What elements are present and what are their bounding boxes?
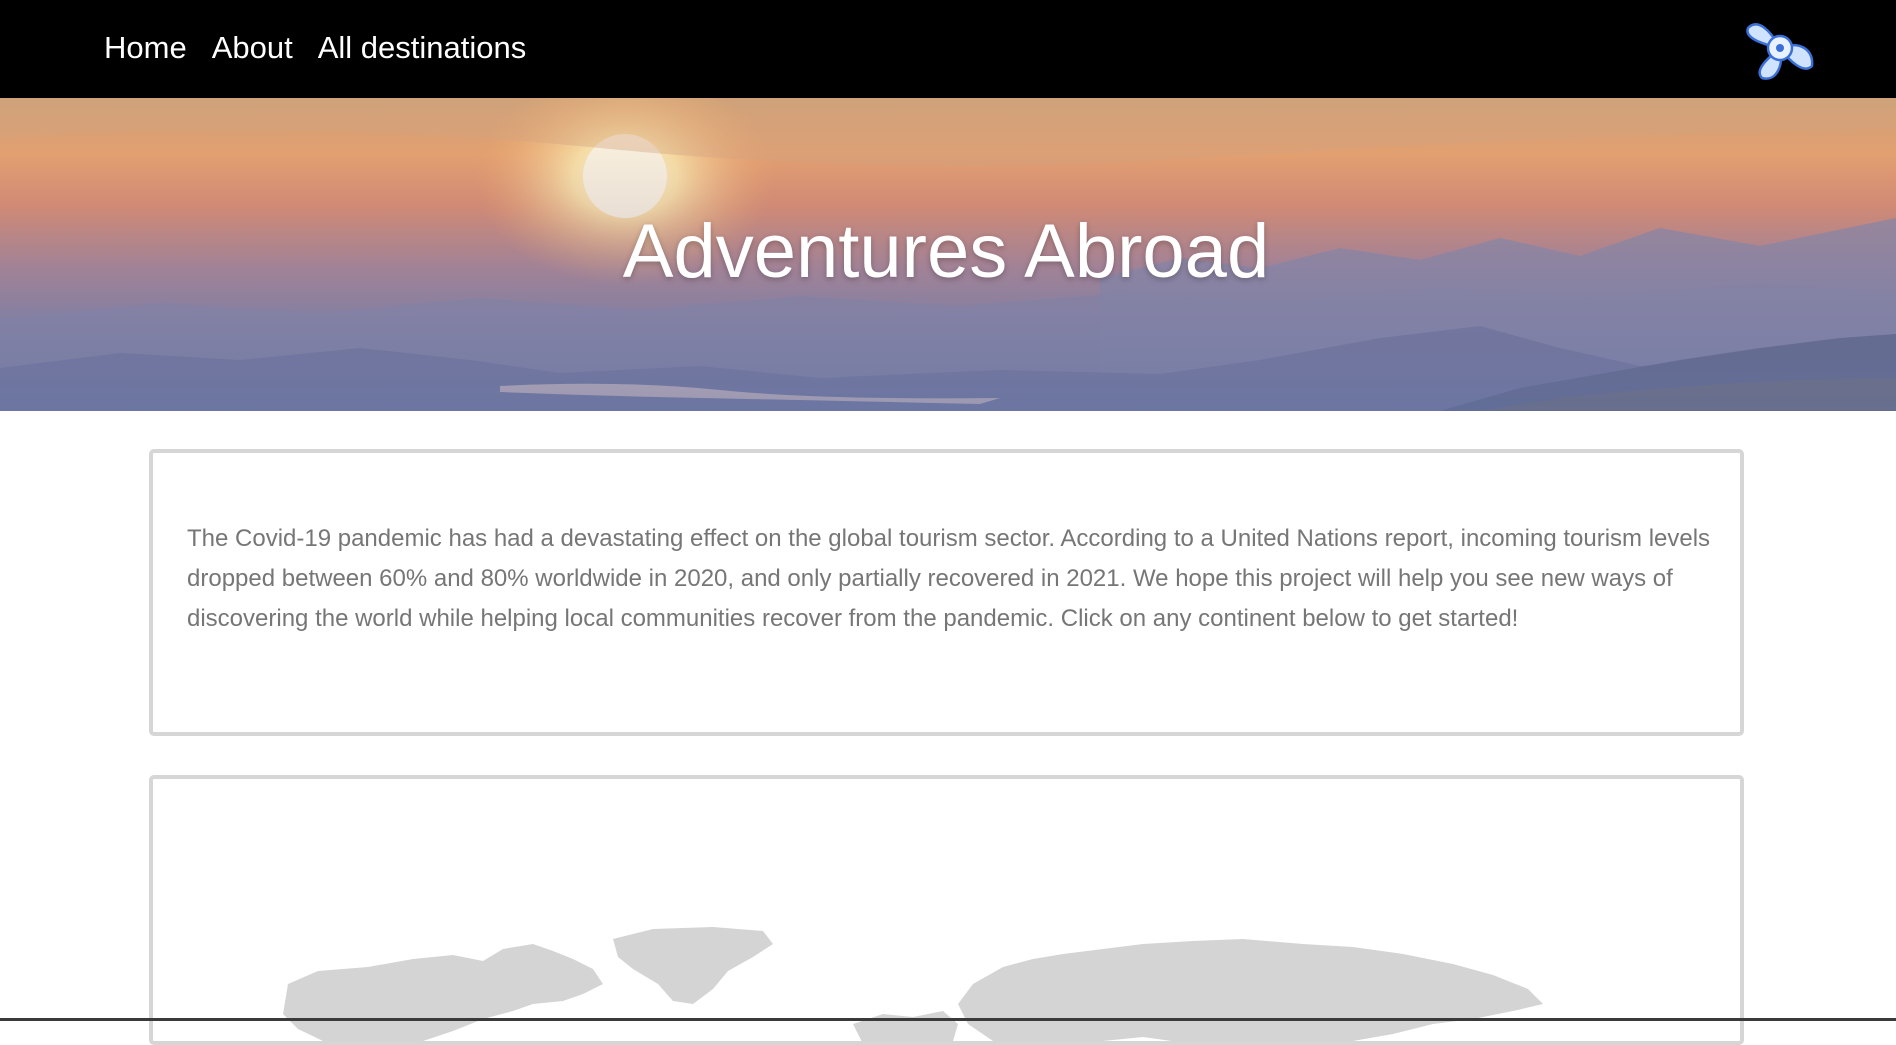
propeller-logo-icon[interactable] (1740, 10, 1820, 86)
intro-text: The Covid-19 pandemic has had a devastat… (187, 525, 1711, 632)
top-navbar: Home About All destinations (0, 0, 1896, 98)
continent-north-america[interactable] (283, 944, 603, 1045)
hero-banner: Adventures Abroad (0, 98, 1896, 411)
intro-card: The Covid-19 pandemic has had a devastat… (149, 449, 1744, 736)
continent-europe-west[interactable] (853, 1011, 958, 1045)
world-map-card (149, 775, 1744, 1045)
nav-link-home[interactable]: Home (104, 26, 187, 70)
hero-title: Adventures Abroad (622, 209, 1270, 294)
continent-europe-asia[interactable] (958, 939, 1543, 1045)
world-map (283, 927, 1543, 1045)
continent-greenland[interactable] (613, 927, 773, 1004)
nav-link-about[interactable]: About (212, 26, 293, 70)
nav-link-all-destinations[interactable]: All destinations (318, 26, 527, 70)
nav-links: Home About All destinations (104, 26, 526, 70)
